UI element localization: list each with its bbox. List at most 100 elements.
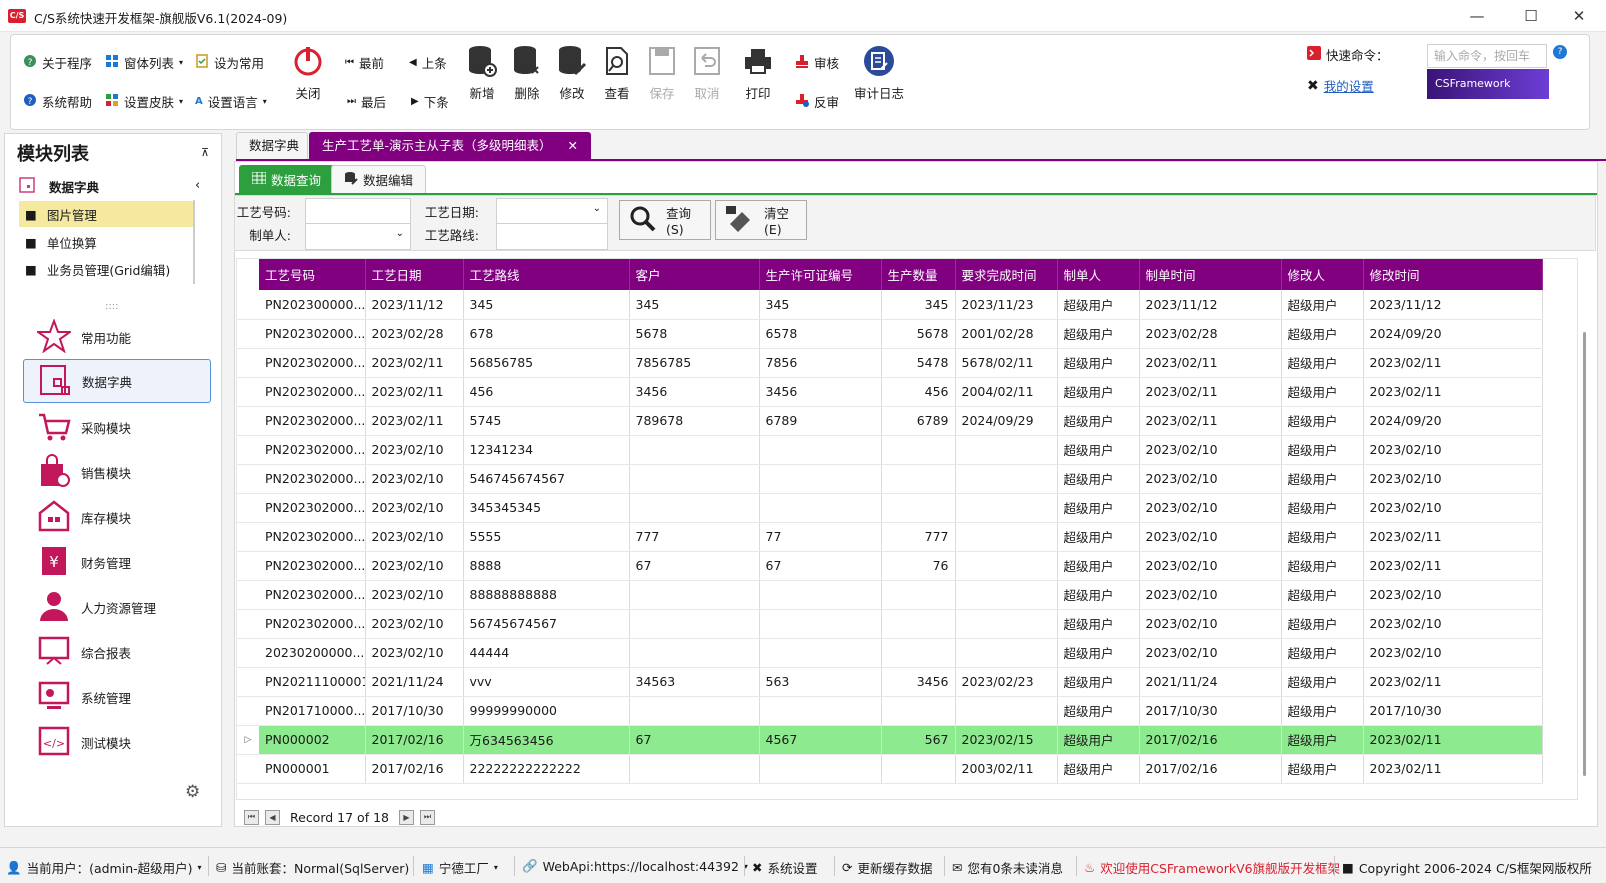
module-sales[interactable]: 销售模块 — [23, 450, 211, 494]
table-cell[interactable]: 超级用户 — [1281, 696, 1364, 726]
table-cell[interactable]: 2017/02/16 — [365, 725, 464, 755]
table-cell[interactable]: 2023/02/10 — [1363, 580, 1543, 610]
table-cell[interactable]: PN201710000... — [259, 696, 366, 726]
row-indicator[interactable] — [237, 580, 259, 610]
row-indicator[interactable] — [237, 522, 259, 552]
table-cell[interactable]: 2023/02/10 — [1363, 638, 1543, 668]
table-cell[interactable]: 5478 — [881, 348, 956, 378]
row-indicator[interactable] — [237, 609, 259, 639]
table-cell[interactable]: 2023/02/11 — [365, 406, 464, 436]
module-reports[interactable]: 综合报表 — [23, 630, 211, 674]
table-cell[interactable]: 2001/02/28 — [955, 319, 1058, 349]
table-cell[interactable]: 2023/02/11 — [365, 377, 464, 407]
tab-dictionary[interactable]: 数据字典 — [236, 132, 308, 160]
table-cell[interactable] — [881, 638, 956, 668]
cancel-button[interactable]: 取消 — [682, 41, 732, 102]
table-row[interactable]: PN202302000... 2023/02/10 345345345 超级用户 202… — [237, 493, 1543, 523]
table-cell[interactable]: 2023/02/10 — [1139, 493, 1282, 523]
table-cell[interactable]: 22222222222222 — [463, 754, 630, 784]
table-cell[interactable]: 777 — [629, 522, 760, 552]
pin-icon[interactable]: ⊼ — [201, 146, 209, 159]
table-row[interactable]: PN202302000... 2023/02/10 546745674567 超级用户… — [237, 464, 1543, 494]
table-cell[interactable]: 56745674567 — [463, 609, 630, 639]
table-cell[interactable]: 88888888888 — [463, 580, 630, 610]
tab-query[interactable]: 数据查询 — [239, 165, 335, 193]
table-cell[interactable]: 563 — [759, 667, 882, 697]
table-cell[interactable]: 2023/02/15 — [955, 725, 1058, 755]
table-cell[interactable]: 2023/02/10 — [1139, 522, 1282, 552]
table-cell[interactable]: 6789 — [881, 406, 956, 436]
column-header[interactable]: 制单人 — [1057, 259, 1140, 290]
command-input[interactable]: 输入命令，按回车 — [1427, 44, 1547, 68]
table-row[interactable]: PN202302000... 2023/02/10 12341234 超级用户 2023… — [237, 435, 1543, 465]
table-cell[interactable]: 3456 — [759, 377, 882, 407]
table-cell[interactable]: 2023/02/10 — [1139, 435, 1282, 465]
table-cell[interactable]: PN000002 — [259, 725, 366, 755]
set-favorite-button[interactable]: 设为常用 — [195, 53, 264, 72]
module-test[interactable]: </> 测试模块 — [23, 720, 211, 764]
table-cell[interactable]: 5555 — [463, 522, 630, 552]
table-cell[interactable]: PN202302000... — [259, 551, 366, 581]
table-cell[interactable]: 2003/02/11 — [955, 754, 1058, 784]
table-cell[interactable]: 2023/02/10 — [365, 580, 464, 610]
row-indicator[interactable] — [237, 406, 259, 436]
table-cell[interactable] — [955, 493, 1058, 523]
column-header[interactable]: 工艺日期 — [365, 259, 464, 290]
current-user[interactable]: 👤 当前用户：(admin-超级用户) ▾ — [6, 858, 202, 877]
table-cell[interactable] — [759, 464, 882, 494]
table-row[interactable]: PN201710000... 2017/10/30 99999990000 超级用户 2… — [237, 696, 1543, 726]
table-cell[interactable]: PN000001 — [259, 754, 366, 784]
table-cell[interactable]: 超级用户 — [1281, 319, 1364, 349]
table-cell[interactable]: 超级用户 — [1057, 290, 1140, 320]
table-cell[interactable]: PN202302000... — [259, 348, 366, 378]
table-cell[interactable]: PN202302000... — [259, 493, 366, 523]
table-cell[interactable]: 2024/09/20 — [1363, 406, 1543, 436]
window-list-dropdown[interactable]: 窗体列表 ▾ — [105, 53, 183, 72]
table-cell[interactable]: 超级用户 — [1281, 609, 1364, 639]
table-cell[interactable] — [955, 609, 1058, 639]
row-indicator[interactable] — [237, 435, 259, 465]
table-cell[interactable]: PN202302000... — [259, 319, 366, 349]
table-cell[interactable]: PN202302000... — [259, 435, 366, 465]
module-purchase[interactable]: 采购模块 — [23, 405, 211, 449]
table-cell[interactable]: 456 — [881, 377, 956, 407]
row-indicator[interactable] — [237, 696, 259, 726]
table-cell[interactable]: 67 — [759, 551, 882, 581]
module-finance[interactable]: ¥ 财务管理 — [23, 540, 211, 584]
audit-button[interactable]: 审核 — [795, 53, 839, 72]
module-common[interactable]: 常用功能 — [23, 315, 211, 359]
nav-last-icon[interactable]: ⏭ — [419, 809, 435, 825]
table-cell[interactable]: 5745 — [463, 406, 630, 436]
table-cell[interactable]: 2023/02/10 — [365, 435, 464, 465]
last-record-button[interactable]: ⏭ 最后 — [347, 92, 386, 111]
route-input[interactable] — [496, 224, 608, 250]
column-header[interactable]: 制单时间 — [1139, 259, 1282, 290]
table-cell[interactable]: 2023/02/11 — [1139, 348, 1282, 378]
table-cell[interactable]: 2021/11/24 — [1139, 667, 1282, 697]
row-indicator[interactable] — [237, 754, 259, 784]
table-row[interactable]: PN202302000... 2023/02/10 5555 777 77 777 超级用户… — [237, 522, 1543, 552]
table-cell[interactable] — [759, 696, 882, 726]
table-cell[interactable]: 2023/11/12 — [1363, 290, 1543, 320]
table-row[interactable]: PN202300000... 2023/11/12 345 345 345 345 2023… — [237, 290, 1543, 320]
table-cell[interactable]: 2023/02/10 — [1363, 464, 1543, 494]
add-button[interactable]: 新增 — [457, 41, 507, 102]
edit-button[interactable]: 修改 — [547, 41, 597, 102]
table-cell[interactable]: 67 — [629, 551, 760, 581]
table-cell[interactable] — [759, 493, 882, 523]
column-header[interactable]: 客户 — [629, 259, 760, 290]
table-cell[interactable]: 2021/11/24 — [365, 667, 464, 697]
table-row[interactable]: PN20211100001 2021/11/24 vvv 34563 563 3456 20… — [237, 667, 1543, 697]
row-indicator[interactable] — [237, 377, 259, 407]
table-cell[interactable] — [629, 638, 760, 668]
table-cell[interactable]: 7856785 — [629, 348, 760, 378]
table-cell[interactable]: 34563 — [629, 667, 760, 697]
table-cell[interactable]: 6789 — [759, 406, 882, 436]
column-header[interactable]: 生产许可证编号 — [759, 259, 882, 290]
column-header[interactable]: 修改时间 — [1363, 259, 1543, 290]
table-cell[interactable]: 3456 — [629, 377, 760, 407]
table-cell[interactable]: 2023/02/11 — [1363, 725, 1543, 755]
table-cell[interactable]: vvv — [463, 667, 630, 697]
view-button[interactable]: 查看 — [592, 41, 642, 102]
table-cell[interactable]: 2023/02/10 — [1139, 609, 1282, 639]
